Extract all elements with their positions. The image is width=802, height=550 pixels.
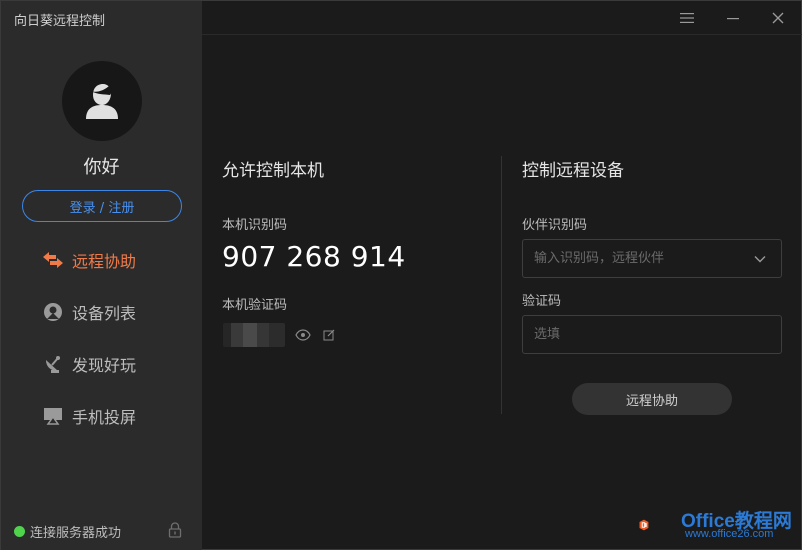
minimize-button[interactable] xyxy=(724,9,742,27)
remote-assist-button[interactable]: 远程协助 xyxy=(572,383,732,415)
panel-divider xyxy=(501,156,502,414)
local-id-code: 907 268 914 xyxy=(222,240,406,273)
screen-cast-icon xyxy=(42,405,64,427)
status-dot-icon xyxy=(14,526,25,537)
verify-code-row xyxy=(223,323,337,347)
nav-item-discover[interactable]: 发现好玩 xyxy=(42,349,136,379)
device-pin-icon xyxy=(42,301,64,323)
minimize-icon xyxy=(727,18,739,20)
nav-item-screen-cast[interactable]: 手机投屏 xyxy=(42,401,136,431)
greeting-text: 你好 xyxy=(83,157,120,178)
control-remote-title: 控制远程设备 xyxy=(522,161,624,181)
eye-icon[interactable] xyxy=(295,327,311,343)
close-icon xyxy=(772,12,784,24)
app-window: 向日葵远程控制 你好 登录 / 注册 远程协助 设备列表 发现好玩 手机投屏 连… xyxy=(0,0,802,550)
avatar[interactable] xyxy=(62,61,142,141)
sidebar: 向日葵远程控制 你好 登录 / 注册 远程协助 设备列表 发现好玩 手机投屏 连… xyxy=(1,1,202,550)
edit-icon[interactable] xyxy=(321,327,337,343)
hamburger-icon xyxy=(680,13,694,23)
allow-control-title: 允许控制本机 xyxy=(222,161,324,181)
local-id-label: 本机识别码 xyxy=(222,218,288,233)
menu-button[interactable] xyxy=(678,9,696,27)
connection-status: 连接服务器成功 xyxy=(14,522,121,541)
partner-id-field[interactable] xyxy=(522,239,782,278)
verify-code-masked xyxy=(223,323,285,347)
close-button[interactable] xyxy=(769,9,787,27)
user-avatar-icon xyxy=(86,84,118,119)
verify-code-label: 验证码 xyxy=(522,294,562,309)
nav-label: 发现好玩 xyxy=(72,356,137,375)
nav-label: 远程协助 xyxy=(72,252,137,271)
nav-label: 手机投屏 xyxy=(72,408,137,427)
nav-item-device-list[interactable]: 设备列表 xyxy=(42,297,136,327)
nav-label: 设备列表 xyxy=(72,304,137,323)
title-bar xyxy=(202,1,802,35)
watermark-url: www.office26.com xyxy=(685,528,774,540)
partner-id-input[interactable] xyxy=(523,240,781,277)
chevron-down-icon[interactable] xyxy=(753,252,767,266)
verify-code-input[interactable] xyxy=(523,316,781,353)
local-verify-label: 本机验证码 xyxy=(222,298,288,313)
lock-icon[interactable] xyxy=(168,522,182,538)
login-register-button[interactable]: 登录 / 注册 xyxy=(22,190,182,222)
office-logo-watermark xyxy=(639,519,649,531)
swap-arrows-icon xyxy=(42,249,64,271)
verify-code-field[interactable] xyxy=(522,315,782,354)
status-text: 连接服务器成功 xyxy=(30,526,122,541)
partner-id-label: 伙伴识别码 xyxy=(522,218,588,233)
app-title: 向日葵远程控制 xyxy=(14,14,106,29)
nav-item-remote-assist[interactable]: 远程协助 xyxy=(42,245,136,275)
satellite-icon xyxy=(42,353,64,375)
